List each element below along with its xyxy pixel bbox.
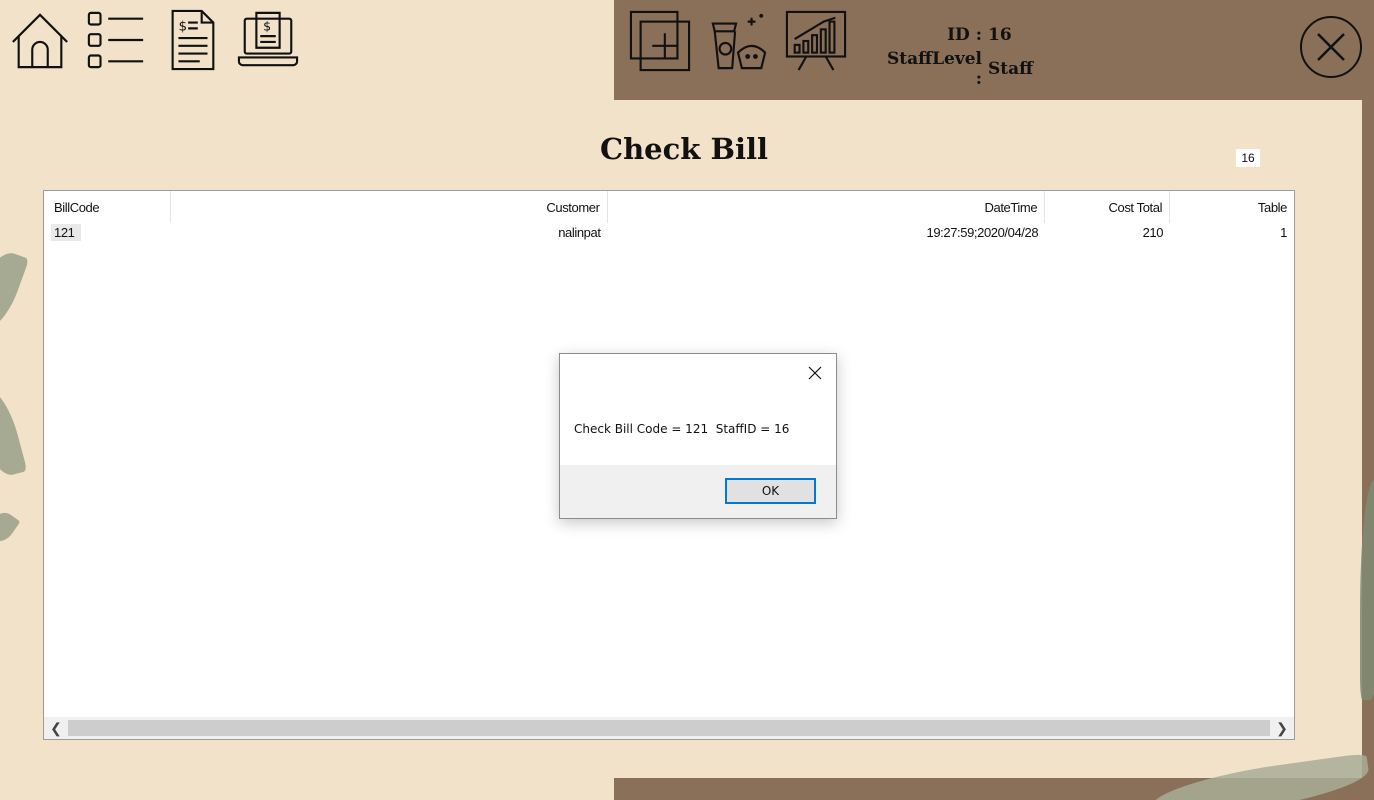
main-nav: $ $ [8, 6, 300, 74]
ok-button[interactable]: OK [725, 478, 816, 504]
home-icon[interactable] [8, 6, 72, 74]
cell-billcode-text: 121 [51, 224, 81, 241]
table-row[interactable]: 121 nalinpat 19:27:59;2020/04/28 210 1 [44, 223, 1294, 243]
column-header-table[interactable]: Table [1170, 191, 1294, 223]
svg-text:$: $ [263, 18, 271, 33]
staff-nav [628, 8, 848, 74]
cell-cost-total: 210 [1142, 225, 1164, 240]
receipt-laptop-icon[interactable]: $ [236, 6, 300, 74]
scrollbar-thumb[interactable] [68, 720, 1270, 736]
bill-list-header: BillCode Customer DateTime Cost Total Ta… [44, 191, 1294, 223]
cell-customer: nalinpat [558, 225, 601, 240]
food-drink-icon[interactable] [706, 8, 770, 74]
sales-chart-icon[interactable] [784, 8, 848, 74]
message-dialog: Check Bill Code = 121 StaffID = 16 OK [559, 353, 837, 519]
invoice-icon[interactable]: $ [160, 6, 224, 74]
column-header-billcode[interactable]: BillCode [44, 191, 171, 223]
id-label: ID : [947, 25, 982, 45]
staff-level-label: StaffLevel : [886, 49, 982, 89]
dialog-close-icon[interactable] [804, 362, 826, 384]
cell-billcode: 121 [44, 223, 171, 243]
horizontal-scrollbar[interactable]: ❮ ❯ [44, 717, 1294, 739]
scroll-right-icon[interactable]: ❯ [1273, 719, 1291, 737]
column-header-cost-total[interactable]: Cost Total [1045, 191, 1171, 223]
scroll-left-icon[interactable]: ❮ [47, 719, 65, 737]
column-header-customer[interactable]: Customer [171, 191, 608, 223]
cell-table: 1 [1280, 225, 1287, 240]
staff-id-box: 16 [1236, 149, 1260, 167]
page-title: Check Bill [600, 132, 769, 166]
cell-datetime: 19:27:59;2020/04/28 [926, 225, 1039, 240]
staff-info: ID : 16 StaffLevel : Staff [876, 18, 1034, 89]
column-header-datetime[interactable]: DateTime [608, 191, 1046, 223]
list-icon[interactable] [84, 6, 148, 74]
add-icon[interactable] [628, 8, 692, 74]
staff-level-value: Staff [988, 59, 1034, 79]
dialog-message: Check Bill Code = 121 StaffID = 16 [574, 422, 790, 436]
dialog-footer: OK [560, 465, 836, 518]
svg-text:$: $ [178, 18, 187, 34]
id-value: 16 [988, 25, 1012, 45]
close-circle-icon[interactable] [1300, 16, 1362, 78]
